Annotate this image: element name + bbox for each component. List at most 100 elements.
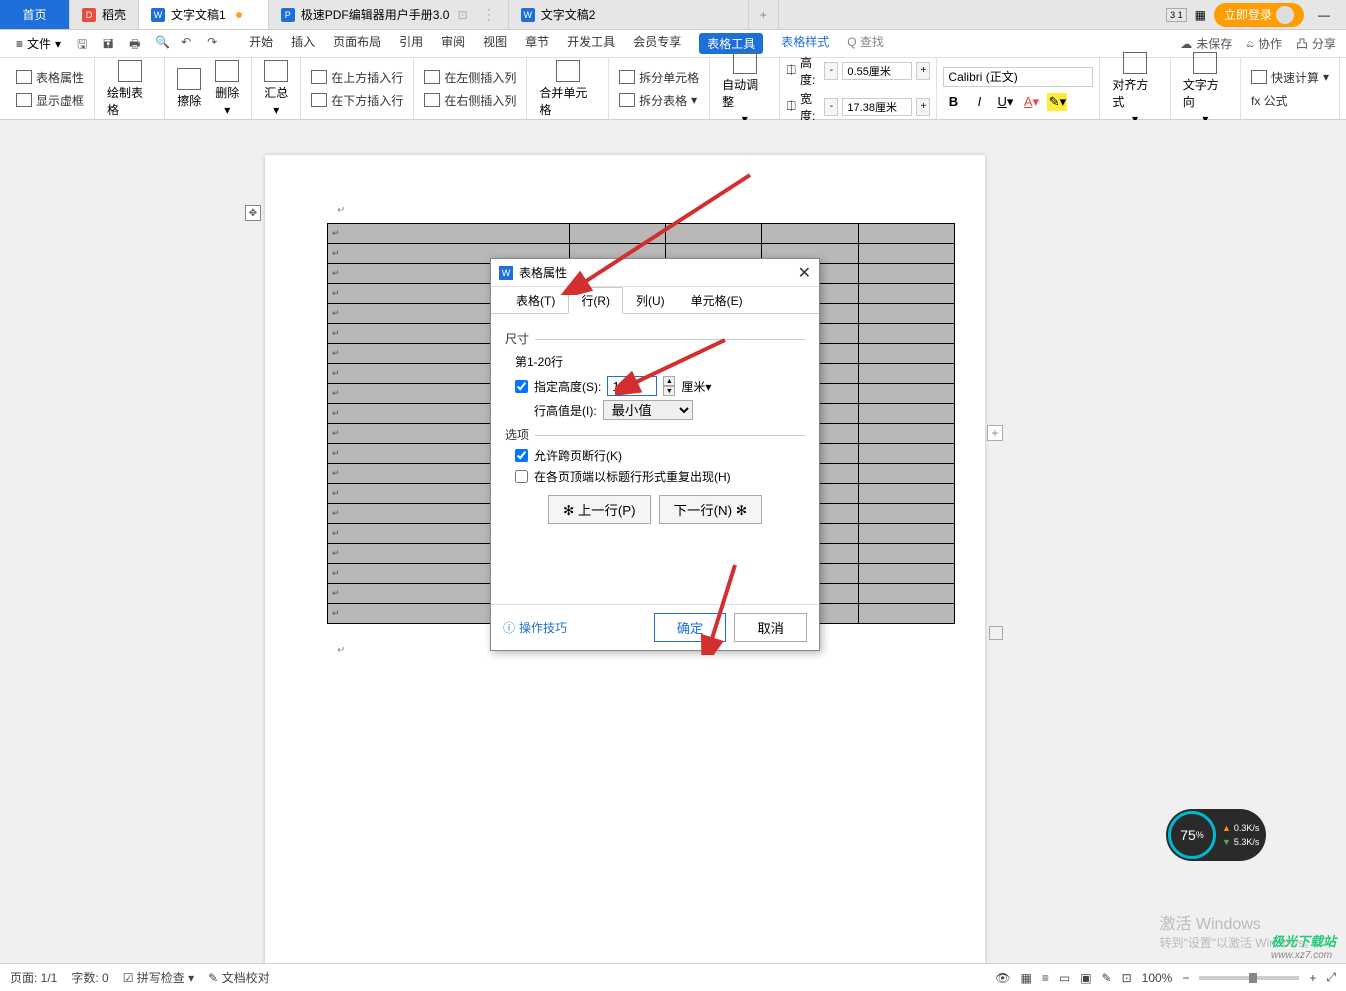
page-indicator[interactable]: 页面: 1/1 [10, 969, 57, 986]
table-cell[interactable] [666, 224, 762, 244]
italic-button[interactable]: I [969, 93, 989, 111]
summary-button[interactable]: 汇总▾ [258, 56, 294, 121]
menu-review[interactable]: 审阅 [441, 33, 465, 54]
fit-icon[interactable]: ⊡ [1122, 971, 1132, 985]
prev-row-button[interactable]: ✻ 上一行(P) [548, 495, 651, 524]
table-cell[interactable] [858, 304, 954, 324]
tab-col[interactable]: 列(U) [623, 287, 678, 314]
spell-check-button[interactable]: ☑ 拼写检查 ▾ [123, 969, 194, 986]
table-cell[interactable] [858, 564, 954, 584]
font-color-button[interactable]: A▾ [1021, 93, 1041, 111]
bold-button[interactable]: B [943, 93, 963, 111]
redo-icon[interactable]: ↷ [207, 35, 225, 53]
fast-calc-button[interactable]: 快速计算▾ [1247, 67, 1333, 88]
highlight-button[interactable]: ✎▾ [1047, 93, 1067, 111]
table-cell[interactable] [858, 604, 954, 624]
draw-table-button[interactable]: 绘制表格 [101, 56, 158, 122]
height-inc[interactable]: + [916, 62, 930, 80]
zoom-in-button[interactable]: + [1309, 971, 1316, 985]
tab-pdf[interactable]: P 极速PDF编辑器用户手册3.0 ⊡ ⋮ [269, 0, 509, 29]
spin-up[interactable]: ▲ [663, 376, 675, 386]
zoom-out-button[interactable]: − [1182, 971, 1189, 985]
row-height-type-select[interactable]: 最小值 [603, 400, 693, 420]
pen-icon[interactable]: ✎ [1102, 971, 1112, 985]
grid-icon[interactable]: ▦ [1195, 8, 1206, 22]
table-cell[interactable] [858, 264, 954, 284]
preview-icon[interactable]: 🔍 [155, 35, 173, 53]
allow-break-checkbox[interactable] [515, 449, 528, 462]
underline-button[interactable]: U▾ [995, 93, 1015, 111]
align-button[interactable]: 对齐方式▾ [1106, 48, 1163, 130]
table-cell[interactable] [858, 284, 954, 304]
menu-vip[interactable]: 会员专享 [633, 33, 681, 54]
insert-left-button[interactable]: 在左侧插入列 [420, 67, 520, 88]
table-cell[interactable] [858, 344, 954, 364]
tab-doc1[interactable]: W 文字文稿1 [139, 0, 269, 29]
delete-button[interactable]: 删除▾ [209, 56, 245, 121]
width-inc[interactable]: + [916, 98, 930, 116]
login-button[interactable]: 立即登录 [1214, 3, 1304, 27]
tab-doc2[interactable]: W 文字文稿2 [509, 0, 749, 29]
height-value-input[interactable] [607, 376, 657, 396]
menu-chapter[interactable]: 章节 [525, 33, 549, 54]
save-icon[interactable]: 🖫 [77, 35, 95, 53]
insert-above-button[interactable]: 在上方插入行 [307, 67, 407, 88]
table-cell[interactable] [762, 224, 858, 244]
undo-icon[interactable]: ↶ [181, 35, 199, 53]
word-count[interactable]: 字数: 0 [71, 969, 108, 986]
close-icon[interactable]: ⋮ [482, 6, 496, 23]
view-mode-2-icon[interactable]: ≡ [1042, 971, 1049, 985]
add-column-button[interactable]: + [987, 425, 1003, 441]
spec-height-checkbox[interactable] [515, 380, 528, 393]
insert-below-button[interactable]: 在下方插入行 [307, 90, 407, 111]
auto-adjust-button[interactable]: 自动调整▾ [716, 48, 773, 130]
close-icon[interactable]: ✕ [798, 263, 811, 283]
table-cell[interactable] [858, 584, 954, 604]
table-attr-button[interactable]: 表格属性 [12, 67, 88, 88]
width-input[interactable] [842, 98, 912, 116]
speed-widget[interactable]: 75% ▲0.3K/s ▼5.3K/s [1166, 809, 1266, 861]
table-cell[interactable]: ↵ [328, 224, 570, 244]
save-as-icon[interactable]: 🖬 [103, 35, 121, 53]
height-dec[interactable]: - [824, 62, 838, 80]
file-menu[interactable]: ≡ 文件 ▾ [10, 33, 67, 54]
split-cell-button[interactable]: 拆分单元格 [615, 67, 703, 88]
eye-icon[interactable]: 👁 [995, 971, 1010, 985]
table-cell[interactable] [858, 504, 954, 524]
table-cell[interactable] [858, 404, 954, 424]
table-resize-handle[interactable] [989, 626, 1003, 640]
proof-button[interactable]: ✎ 文档校对 [208, 969, 269, 986]
table-cell[interactable] [858, 364, 954, 384]
spin-down[interactable]: ▼ [663, 386, 675, 396]
tab-cell[interactable]: 单元格(E) [678, 287, 756, 314]
pin-icon[interactable]: ⊡ [458, 8, 468, 22]
menu-table-style[interactable]: 表格样式 [781, 33, 829, 54]
minimize-icon[interactable]: — [1312, 8, 1336, 22]
table-cell[interactable] [858, 524, 954, 544]
menu-ref[interactable]: 引用 [399, 33, 423, 54]
tab-add[interactable]: + [749, 0, 779, 29]
table-cell[interactable] [858, 324, 954, 344]
merge-button[interactable]: 合并单元格 [533, 56, 602, 122]
tab-table[interactable]: 表格(T) [503, 287, 568, 314]
erase-button[interactable]: 擦除 [171, 64, 207, 113]
tab-docker[interactable]: D 稻壳 [70, 0, 139, 29]
zoom-value[interactable]: 100% [1142, 971, 1173, 985]
table-move-handle[interactable]: ✥ [245, 205, 261, 221]
height-input[interactable] [842, 62, 912, 80]
font-select[interactable] [943, 67, 1093, 87]
width-dec[interactable]: - [824, 98, 838, 116]
text-dir-button[interactable]: 文字方向▾ [1177, 48, 1234, 130]
table-cell[interactable] [858, 384, 954, 404]
ok-button[interactable]: 确定 [654, 613, 727, 642]
tab-home[interactable]: 首页 [0, 0, 70, 29]
view-mode-4-icon[interactable]: ▣ [1080, 971, 1091, 985]
menu-search[interactable]: Q 查找 [847, 33, 884, 54]
table-cell[interactable] [858, 544, 954, 564]
view-mode-3-icon[interactable]: ▭ [1059, 971, 1070, 985]
share-button[interactable]: 凸 分享 [1296, 35, 1336, 52]
menu-dev[interactable]: 开发工具 [567, 33, 615, 54]
next-row-button[interactable]: 下一行(N) ✻ [659, 495, 762, 524]
zoom-slider[interactable] [1199, 976, 1299, 980]
menu-insert[interactable]: 插入 [291, 33, 315, 54]
